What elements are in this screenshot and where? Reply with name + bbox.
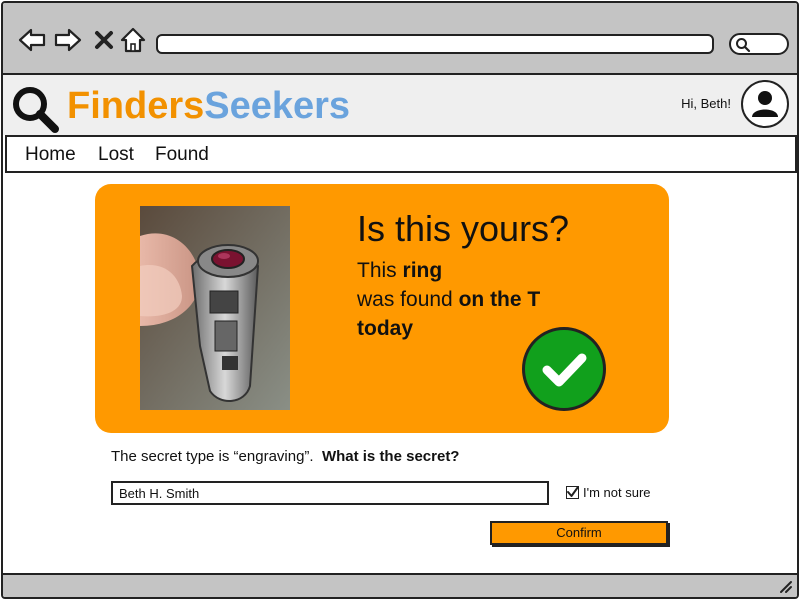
secret-input[interactable]	[111, 481, 549, 505]
confirm-yes-button[interactable]	[522, 327, 606, 411]
card-line1-prefix: This	[357, 259, 403, 282]
user-icon	[752, 91, 778, 117]
secret-question: The secret type is “engraving”. What is …	[111, 448, 459, 465]
card-line1-bold: ring	[402, 259, 443, 282]
menu-item-lost[interactable]: Lost	[98, 144, 134, 166]
browser-toolbar	[3, 3, 797, 75]
magnifier-logo-icon	[13, 87, 59, 133]
menu-item-found[interactable]: Found	[155, 144, 209, 166]
checkmark-icon	[567, 486, 579, 497]
found-item-card: Is this yours? This ring was found on th…	[95, 184, 669, 433]
main-menu: Home Lost Found	[5, 135, 797, 173]
card-line2-bold: on the T	[458, 288, 541, 311]
not-sure-label: I'm not sure	[583, 485, 651, 500]
checkbox-checked[interactable]	[566, 486, 579, 499]
close-icon[interactable]	[89, 25, 119, 55]
menu-item-home[interactable]: Home	[25, 144, 76, 166]
status-bar	[3, 573, 797, 597]
card-line3-bold: today	[357, 317, 414, 340]
not-sure-checkbox[interactable]: I'm not sure	[566, 485, 651, 500]
secret-type-text: The secret type is “engraving”.	[111, 448, 314, 465]
check-icon	[542, 353, 587, 387]
browser-search[interactable]	[729, 33, 789, 55]
card-title: Is this yours?	[357, 208, 570, 249]
arrow-left-icon[interactable]	[17, 25, 47, 55]
logo-finders: Finders	[67, 85, 205, 127]
search-icon	[736, 38, 751, 53]
browser-window: FindersSeekers Hi, Beth! Home Lost Found	[1, 1, 799, 599]
avatar[interactable]	[741, 80, 789, 128]
user-greeting: Hi, Beth!	[681, 96, 731, 111]
address-bar[interactable]	[156, 34, 714, 54]
secret-prompt: What is the secret?	[321, 448, 460, 465]
logo[interactable]: FindersSeekers	[67, 85, 350, 128]
card-line2-prefix: was found	[357, 288, 459, 311]
app-header: FindersSeekers Hi, Beth!	[3, 75, 797, 135]
card-description: This ring was found on the T today	[357, 256, 540, 343]
logo-seekers: Seekers	[204, 85, 351, 127]
item-photo	[140, 206, 290, 410]
confirm-button[interactable]: Confirm	[490, 521, 668, 545]
arrow-right-icon[interactable]	[53, 25, 83, 55]
home-icon[interactable]	[118, 25, 148, 55]
resize-grip-icon[interactable]	[777, 578, 793, 594]
